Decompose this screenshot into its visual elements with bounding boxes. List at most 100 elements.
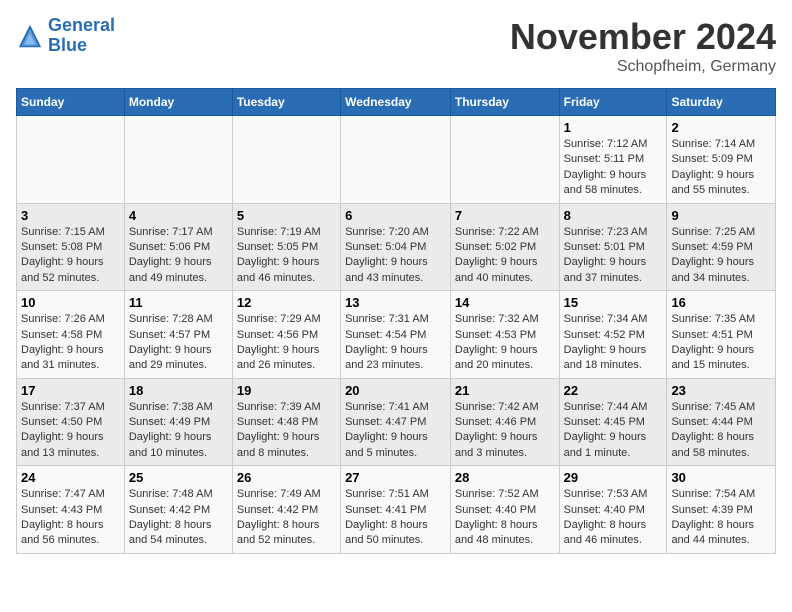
calendar-day-cell: 12 Sunrise: 7:29 AM Sunset: 4:56 PM Dayli… [232, 291, 340, 379]
calendar-day-cell: 7Sunrise: 7:22 AM Sunset: 5:02 PM Daylig… [450, 203, 559, 291]
day-info: Sunrise: 7:54 AM Sunset: 4:39 PM Dayligh… [671, 487, 771, 549]
day-info: Sunrise: 7:48 AM Sunset: 4:42 PM Dayligh… [129, 487, 228, 549]
day-number: 13 [345, 295, 446, 310]
calendar-day-cell: 21Sunrise: 7:42 AM Sunset: 4:46 PM Dayli… [450, 378, 559, 466]
calendar-day-cell: 27 Sunrise: 7:51 AM Sunset: 4:41 PM Dayli… [341, 466, 451, 554]
day-info: Sunrise: 7:29 AM Sunset: 4:56 PM Dayligh… [237, 312, 336, 374]
calendar-day-cell: 25 Sunrise: 7:48 AM Sunset: 4:42 PM Dayli… [124, 466, 232, 554]
calendar-day-cell: 22Sunrise: 7:44 AM Sunset: 4:45 PM Dayli… [559, 378, 667, 466]
day-info: Sunrise: 7:19 AM Sunset: 5:05 PM Dayligh… [237, 225, 336, 287]
calendar-day-cell: 26 Sunrise: 7:49 AM Sunset: 4:42 PM Dayli… [232, 466, 340, 554]
day-info: Sunrise: 7:12 AM Sunset: 5:11 PM Dayligh… [564, 137, 663, 199]
day-number: 5 [237, 208, 336, 223]
day-number: 22 [564, 383, 663, 398]
weekday-header: Thursday [450, 89, 559, 116]
calendar-day-cell: 6 Sunrise: 7:20 AM Sunset: 5:04 PM Daylig… [341, 203, 451, 291]
title-section: November 2024 Schopfheim, Germany [510, 16, 776, 76]
calendar-day-cell: 30 Sunrise: 7:54 AM Sunset: 4:39 PM Dayli… [667, 466, 776, 554]
day-number: 29 [564, 470, 663, 485]
calendar-day-cell: 23 Sunrise: 7:45 AM Sunset: 4:44 PM Dayli… [667, 378, 776, 466]
day-info: Sunrise: 7:41 AM Sunset: 4:47 PM Dayligh… [345, 400, 446, 462]
location-title: Schopfheim, Germany [510, 58, 776, 76]
calendar-day-cell: 19 Sunrise: 7:39 AM Sunset: 4:48 PM Dayli… [232, 378, 340, 466]
day-info: Sunrise: 7:51 AM Sunset: 4:41 PM Dayligh… [345, 487, 446, 549]
weekday-header: Wednesday [341, 89, 451, 116]
calendar-day-cell: 14 Sunrise: 7:32 AM Sunset: 4:53 PM Dayli… [450, 291, 559, 379]
day-info: Sunrise: 7:25 AM Sunset: 4:59 PM Dayligh… [671, 225, 771, 287]
calendar-day-cell: 13 Sunrise: 7:31 AM Sunset: 4:54 PM Dayli… [341, 291, 451, 379]
day-info: Sunrise: 7:32 AM Sunset: 4:53 PM Dayligh… [455, 312, 555, 374]
day-info: Sunrise: 7:17 AM Sunset: 5:06 PM Dayligh… [129, 225, 228, 287]
calendar-week-row: 24Sunrise: 7:47 AM Sunset: 4:43 PM Dayli… [17, 466, 776, 554]
day-number: 9 [671, 208, 771, 223]
day-info: Sunrise: 7:39 AM Sunset: 4:48 PM Dayligh… [237, 400, 336, 462]
day-number: 25 [129, 470, 228, 485]
day-number: 27 [345, 470, 446, 485]
day-number: 14 [455, 295, 555, 310]
day-number: 12 [237, 295, 336, 310]
weekday-header: Saturday [667, 89, 776, 116]
weekday-header: Monday [124, 89, 232, 116]
calendar-day-cell: 4 Sunrise: 7:17 AM Sunset: 5:06 PM Daylig… [124, 203, 232, 291]
calendar-day-cell: 28Sunrise: 7:52 AM Sunset: 4:40 PM Dayli… [450, 466, 559, 554]
day-info: Sunrise: 7:52 AM Sunset: 4:40 PM Dayligh… [455, 487, 555, 549]
day-number: 19 [237, 383, 336, 398]
day-info: Sunrise: 7:35 AM Sunset: 4:51 PM Dayligh… [671, 312, 771, 374]
logo: General Blue [16, 16, 115, 56]
calendar-day-cell [124, 116, 232, 204]
calendar-day-cell: 29Sunrise: 7:53 AM Sunset: 4:40 PM Dayli… [559, 466, 667, 554]
day-info: Sunrise: 7:38 AM Sunset: 4:49 PM Dayligh… [129, 400, 228, 462]
calendar-day-cell: 18 Sunrise: 7:38 AM Sunset: 4:49 PM Dayli… [124, 378, 232, 466]
day-number: 20 [345, 383, 446, 398]
day-number: 30 [671, 470, 771, 485]
day-number: 15 [564, 295, 663, 310]
day-number: 1 [564, 120, 663, 135]
calendar-day-cell: 11Sunrise: 7:28 AM Sunset: 4:57 PM Dayli… [124, 291, 232, 379]
day-number: 3 [21, 208, 120, 223]
day-info: Sunrise: 7:31 AM Sunset: 4:54 PM Dayligh… [345, 312, 446, 374]
calendar-day-cell [450, 116, 559, 204]
calendar-week-row: 3Sunrise: 7:15 AM Sunset: 5:08 PM Daylig… [17, 203, 776, 291]
calendar-day-cell: 2 Sunrise: 7:14 AM Sunset: 5:09 PM Daylig… [667, 116, 776, 204]
weekday-header: Sunday [17, 89, 125, 116]
day-info: Sunrise: 7:37 AM Sunset: 4:50 PM Dayligh… [21, 400, 120, 462]
day-number: 8 [564, 208, 663, 223]
day-number: 11 [129, 295, 228, 310]
calendar-day-cell: 5 Sunrise: 7:19 AM Sunset: 5:05 PM Daylig… [232, 203, 340, 291]
calendar-day-cell: 17 Sunrise: 7:37 AM Sunset: 4:50 PM Dayli… [17, 378, 125, 466]
calendar-day-cell: 10Sunrise: 7:26 AM Sunset: 4:58 PM Dayli… [17, 291, 125, 379]
day-info: Sunrise: 7:14 AM Sunset: 5:09 PM Dayligh… [671, 137, 771, 199]
day-number: 26 [237, 470, 336, 485]
calendar-header-row: SundayMondayTuesdayWednesdayThursdayFrid… [17, 89, 776, 116]
calendar-week-row: 17 Sunrise: 7:37 AM Sunset: 4:50 PM Dayli… [17, 378, 776, 466]
day-info: Sunrise: 7:20 AM Sunset: 5:04 PM Dayligh… [345, 225, 446, 287]
day-number: 10 [21, 295, 120, 310]
weekday-header: Tuesday [232, 89, 340, 116]
day-info: Sunrise: 7:47 AM Sunset: 4:43 PM Dayligh… [21, 487, 120, 549]
day-number: 4 [129, 208, 228, 223]
calendar-day-cell: 9 Sunrise: 7:25 AM Sunset: 4:59 PM Daylig… [667, 203, 776, 291]
day-number: 6 [345, 208, 446, 223]
month-title: November 2024 [510, 16, 776, 58]
calendar-day-cell: 20 Sunrise: 7:41 AM Sunset: 4:47 PM Dayli… [341, 378, 451, 466]
calendar-day-cell: 1 Sunrise: 7:12 AM Sunset: 5:11 PM Daylig… [559, 116, 667, 204]
day-info: Sunrise: 7:23 AM Sunset: 5:01 PM Dayligh… [564, 225, 663, 287]
day-number: 23 [671, 383, 771, 398]
day-info: Sunrise: 7:42 AM Sunset: 4:46 PM Dayligh… [455, 400, 555, 462]
calendar-day-cell: 8 Sunrise: 7:23 AM Sunset: 5:01 PM Daylig… [559, 203, 667, 291]
calendar-day-cell: 15Sunrise: 7:34 AM Sunset: 4:52 PM Dayli… [559, 291, 667, 379]
logo-icon [16, 22, 44, 50]
day-number: 18 [129, 383, 228, 398]
header: General Blue November 2024 Schopfheim, G… [16, 16, 776, 76]
day-number: 16 [671, 295, 771, 310]
calendar-day-cell: 3Sunrise: 7:15 AM Sunset: 5:08 PM Daylig… [17, 203, 125, 291]
weekday-header: Friday [559, 89, 667, 116]
day-info: Sunrise: 7:45 AM Sunset: 4:44 PM Dayligh… [671, 400, 771, 462]
day-number: 17 [21, 383, 120, 398]
day-info: Sunrise: 7:49 AM Sunset: 4:42 PM Dayligh… [237, 487, 336, 549]
day-number: 7 [455, 208, 555, 223]
day-number: 2 [671, 120, 771, 135]
calendar-day-cell: 16 Sunrise: 7:35 AM Sunset: 4:51 PM Dayli… [667, 291, 776, 379]
calendar-table: SundayMondayTuesdayWednesdayThursdayFrid… [16, 88, 776, 554]
logo-text: General Blue [48, 16, 115, 56]
